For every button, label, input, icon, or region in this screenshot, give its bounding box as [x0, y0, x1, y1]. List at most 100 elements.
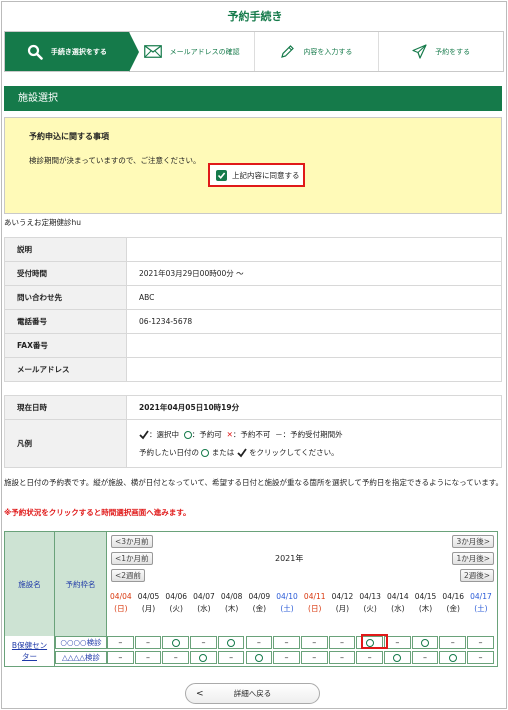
date-header: 04/12 (月)	[329, 591, 357, 615]
notice-title: 予約申込に関する事項	[29, 132, 109, 141]
date-label: 04/10	[276, 592, 298, 601]
facility-info-table: 説明 受付時間 2021年03月29日00時00分 ～ 問い合わせ先 ABC 電話番…	[4, 237, 502, 382]
unavailable-slot: –	[162, 651, 190, 664]
info-value: 2021年03月29日00時00分 ～	[126, 261, 502, 286]
available-circle-icon	[171, 638, 180, 647]
notice-box: 予約申込に関する事項 検診期間が決まっていますので、ご注意ください。 上記内容に…	[4, 117, 502, 214]
next-1-month-button[interactable]: 1か月後>	[452, 552, 494, 565]
calendar-year: 2021年	[275, 554, 304, 563]
available-circle-icon	[421, 638, 430, 647]
table-row: 説明	[4, 237, 502, 262]
weekday-label: (日)	[114, 604, 128, 613]
info-value: ABC	[126, 285, 502, 310]
unavailable-slot: –	[300, 651, 328, 664]
date-label: 04/13	[359, 592, 381, 601]
table-row: 電話番号 06-1234-5678	[4, 309, 502, 334]
date-header: 04/06 (火)	[162, 591, 190, 615]
available-circle-icon	[227, 638, 236, 647]
unavailable-slot: –	[190, 636, 217, 649]
date-label: 04/11	[303, 592, 326, 601]
date-label: 04/15	[414, 592, 437, 601]
info-label: FAX番号	[4, 333, 127, 358]
page-title: 予約手続き	[227, 10, 283, 23]
back-to-details-button[interactable]: < 詳細へ戻る	[185, 683, 320, 704]
date-label: 04/16	[442, 592, 465, 601]
available-slot[interactable]	[190, 651, 217, 664]
next-2-weeks-button[interactable]: 2週後>	[459, 569, 494, 582]
weekday-label: (水)	[391, 604, 405, 613]
unavailable-slot: –	[328, 651, 356, 664]
unavailable-slot: –	[134, 636, 162, 649]
col-facility-header: 施設名	[5, 532, 55, 636]
selected-slot-highlight	[361, 634, 388, 649]
calendar-warning: ※予約状況をクリックすると時間選択画面へ進みます。	[4, 508, 191, 517]
date-header: 04/13 (火)	[356, 591, 384, 615]
info-label: 問い合わせ先	[4, 285, 127, 310]
reservation-name: ○○○○検診	[55, 636, 107, 649]
date-header: 04/05 (月)	[135, 591, 163, 615]
legend-available: ：予約可	[191, 429, 222, 439]
date-label: 04/07	[193, 592, 215, 601]
available-slot[interactable]	[245, 651, 273, 664]
available-slot[interactable]	[162, 636, 190, 649]
available-circle-icon	[393, 653, 402, 662]
info-label: 受付時間	[4, 261, 127, 286]
date-header: 04/08 (木)	[218, 591, 246, 615]
weekday-label: (日)	[308, 604, 322, 613]
step-label: 手続き選択をする	[50, 47, 107, 56]
weekday-label: (月)	[335, 604, 350, 613]
available-circle-icon	[199, 653, 208, 662]
date-label: 04/17	[470, 592, 492, 601]
available-slot[interactable]	[411, 636, 439, 649]
back-label: 詳細へ戻る	[233, 689, 272, 698]
date-header: 04/14 (水)	[384, 591, 412, 615]
date-label: 04/06	[165, 592, 188, 601]
unavailable-slot: –	[356, 651, 383, 664]
table-row: 凡例 ：選択中 ：予約可 ✕：予約不可 －：予約受付期間外 予約したい日付の ま…	[4, 419, 502, 468]
unavailable-slot: –	[107, 651, 134, 664]
available-slot[interactable]	[439, 651, 467, 664]
unavailable-slot: –	[411, 651, 439, 664]
table-row: FAX番号	[4, 333, 502, 358]
instruction-text: をクリックしてください。	[249, 447, 339, 457]
available-slot[interactable]	[384, 651, 411, 664]
weekday-label: (火)	[169, 604, 183, 613]
unavailable-slot: –	[467, 651, 494, 664]
step-input-content: 内容を入力する	[253, 32, 379, 71]
col-reservation-header: 予約枠名	[55, 532, 107, 636]
info-value	[126, 357, 502, 382]
legend-instruction: 予約したい日付の または をクリックしてください。	[139, 444, 500, 462]
paper-plane-icon	[412, 44, 427, 59]
unavailable-slot: –	[300, 636, 328, 649]
date-label: 04/12	[331, 592, 354, 601]
prev-1-month-button[interactable]: <1か月前	[111, 552, 153, 565]
agree-checkbox[interactable]: 上記内容に同意する	[208, 163, 305, 187]
step-label: 内容を入力する	[303, 47, 353, 56]
prev-3-months-button[interactable]: <3か月前	[111, 535, 153, 548]
legend-selecting: ：選択中	[149, 429, 179, 439]
weekday-label: (土)	[474, 604, 488, 613]
date-header: 04/17 (土)	[467, 591, 495, 615]
weekday-label: (木)	[418, 604, 433, 613]
unavailable-slot: –	[273, 636, 300, 649]
available-circle-icon	[254, 653, 263, 662]
weekday-label: (水)	[197, 604, 211, 613]
available-slot[interactable]	[217, 636, 245, 649]
step-email-confirm: メールアドレスの確認	[128, 32, 254, 71]
prev-2-weeks-button[interactable]: <2週前	[111, 569, 146, 582]
facility-link[interactable]: B保健セン ター	[5, 636, 55, 666]
step-label: メールアドレスの確認	[169, 47, 240, 56]
legend-line: ：選択中 ：予約可 ✕：予約不可 －：予約受付期間外	[139, 426, 500, 444]
info-value: 06-1234-5678	[126, 309, 502, 334]
date-header: 04/09 (金)	[246, 591, 274, 615]
unavailable-slot: –	[273, 651, 300, 664]
info-label: 説明	[4, 237, 127, 262]
unavailable-slot: –	[467, 636, 494, 649]
unavailable-slot: –	[107, 636, 134, 649]
weekday-label: (火)	[363, 604, 377, 613]
section-title: 施設選択	[4, 86, 502, 111]
weekday-label: (木)	[224, 604, 239, 613]
available-circle-icon	[448, 653, 457, 662]
next-3-months-button[interactable]: 3か月後>	[452, 535, 494, 548]
date-label: 04/14	[387, 592, 409, 601]
